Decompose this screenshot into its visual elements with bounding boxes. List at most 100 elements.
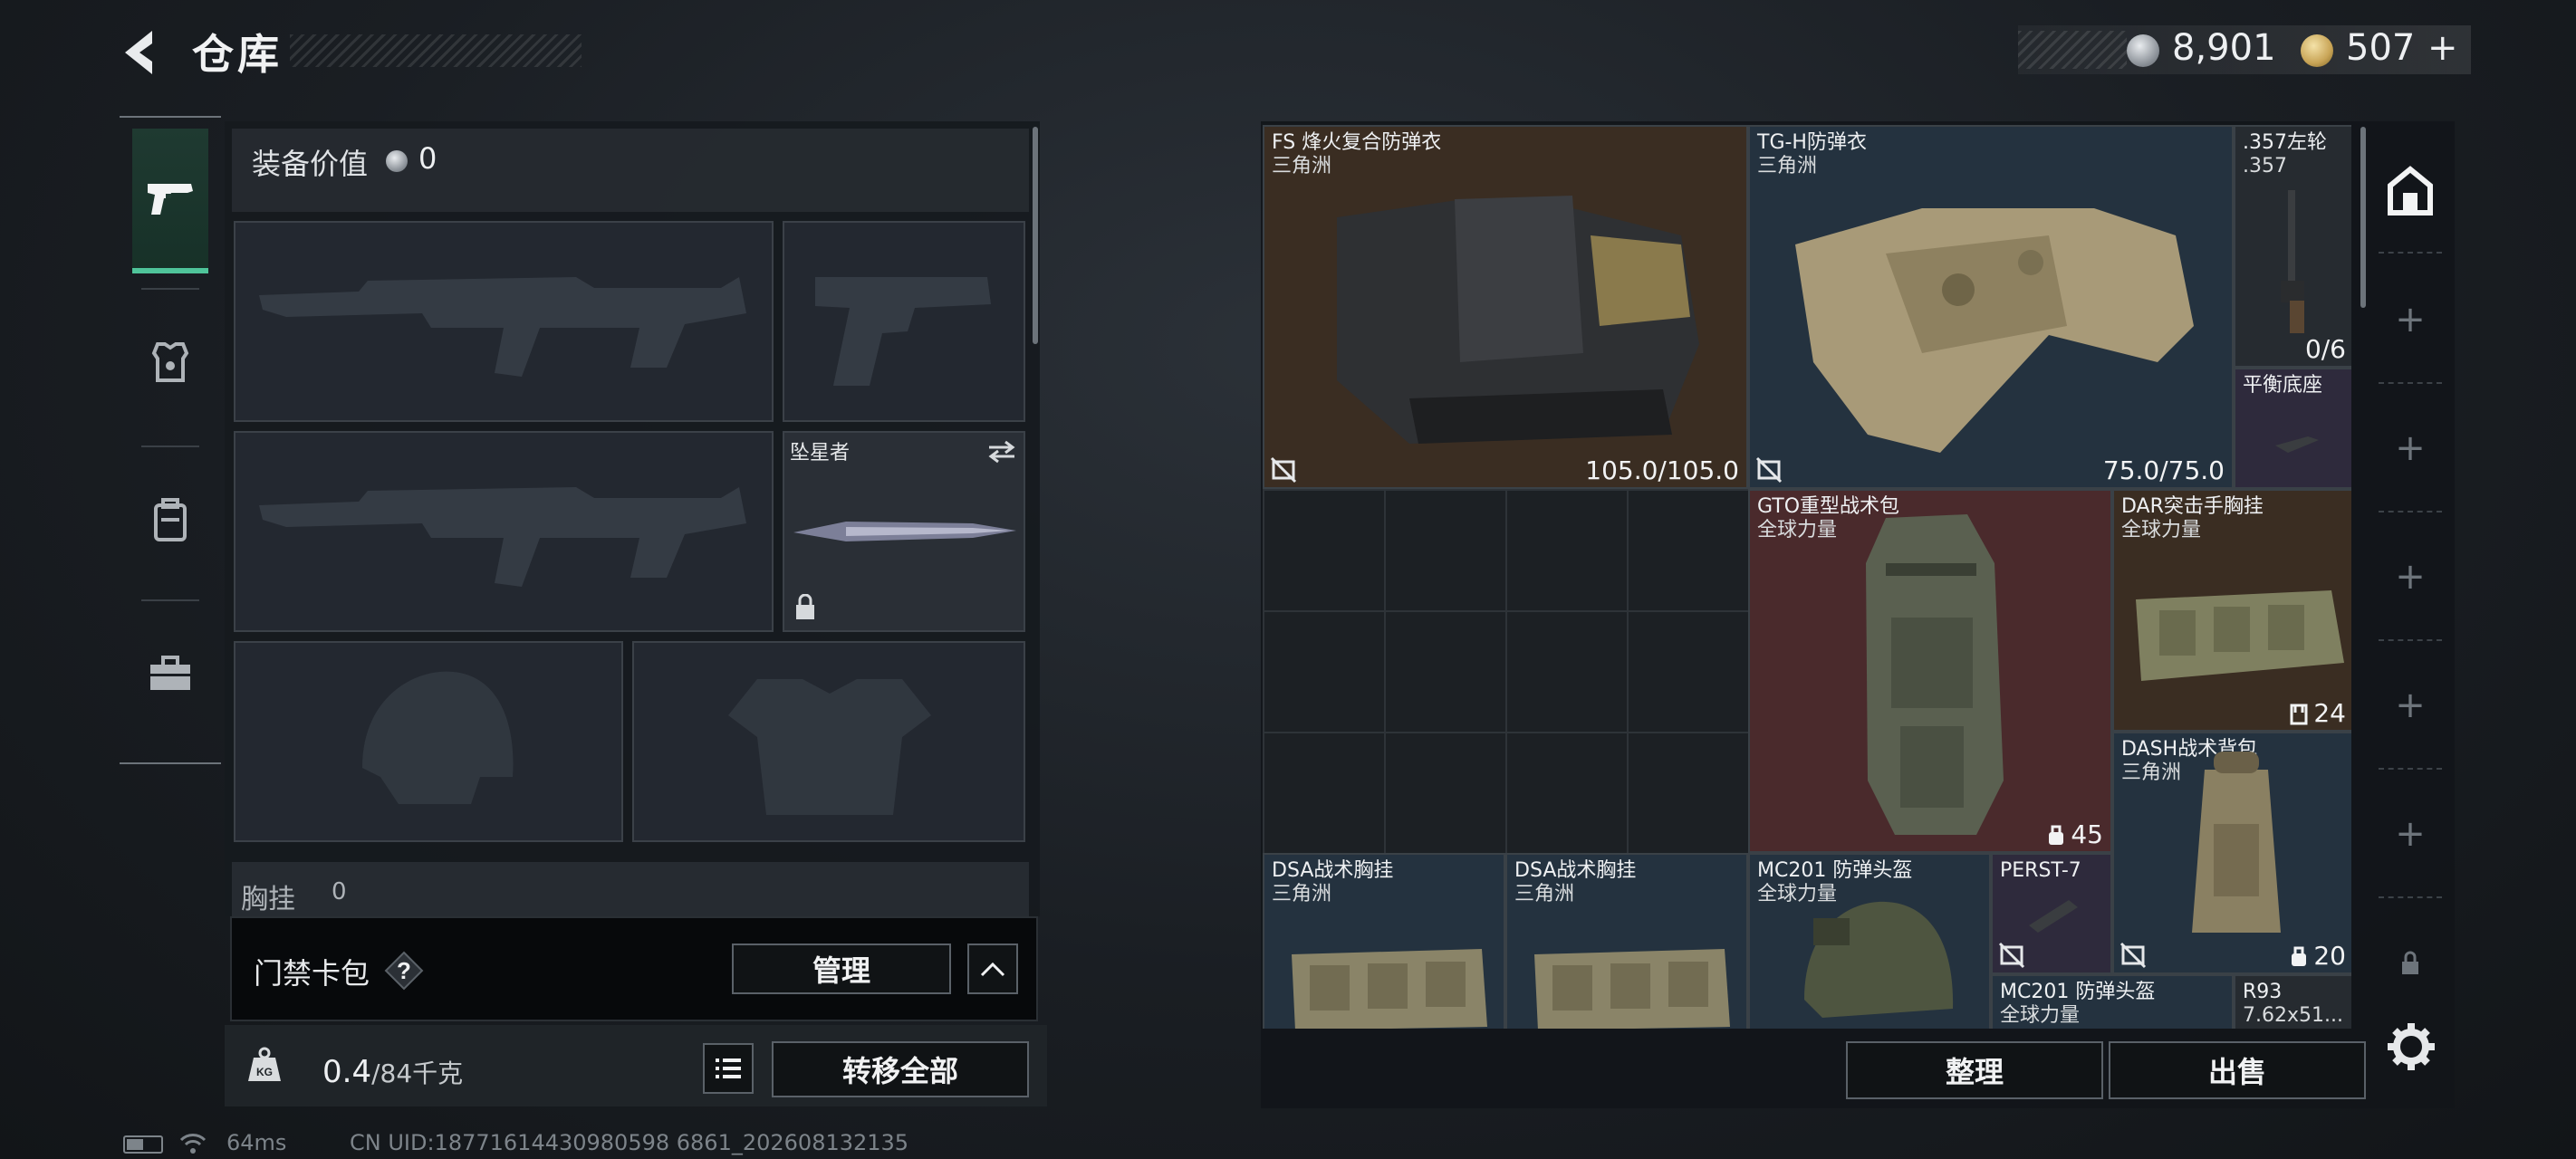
plus-icon: + bbox=[2395, 813, 2426, 855]
no-insure-icon bbox=[1998, 942, 2025, 969]
stash-item[interactable]: R93 7.62x51... bbox=[2234, 974, 2351, 1029]
item-origin: 三角洲 bbox=[2121, 761, 2182, 784]
no-insure-icon bbox=[2119, 942, 2147, 969]
item-caliber: .357 bbox=[2243, 155, 2287, 177]
item-name: R93 bbox=[2243, 981, 2283, 1003]
gold-add-button[interactable]: + bbox=[2427, 27, 2458, 69]
armor-silhouette-icon bbox=[728, 679, 931, 815]
revolver-image bbox=[2281, 190, 2304, 333]
item-capacity-value: 20 bbox=[2313, 941, 2346, 971]
stash-item[interactable]: MC201 防弹头盔 全球力量 bbox=[1991, 974, 2234, 1029]
stash-item[interactable]: DSA战术胸挂 三角洲 bbox=[1263, 853, 1505, 1029]
weight-readout: 0.4/84千克 bbox=[322, 1054, 463, 1090]
stash-item[interactable]: 平衡底座 bbox=[2234, 368, 2351, 489]
item-origin: 三角洲 bbox=[1757, 155, 1818, 177]
plus-icon: + bbox=[2395, 556, 2426, 598]
body-armor-slot[interactable] bbox=[632, 641, 1025, 842]
stash-item[interactable]: FS 烽火复合防弹衣 三角洲 105.0/105.0 bbox=[1263, 125, 1748, 489]
back-button[interactable] bbox=[116, 25, 170, 80]
stash-item[interactable]: GTO重型战术包 全球力量 45 bbox=[1748, 489, 2112, 853]
help-button[interactable]: ? bbox=[384, 951, 424, 991]
stash-item[interactable]: DSA战术胸挂 三角洲 bbox=[1505, 853, 1748, 1029]
stash-scrollbar[interactable] bbox=[2360, 127, 2366, 308]
primary-weapon-slot[interactable] bbox=[234, 221, 774, 422]
item-capacity: 45 bbox=[2045, 819, 2103, 849]
helmet-slot[interactable] bbox=[234, 641, 623, 842]
item-origin: 全球力量 bbox=[1757, 519, 1838, 541]
list-view-button[interactable] bbox=[703, 1043, 754, 1094]
equipment-value-amount: 0 bbox=[418, 141, 437, 176]
settings-button[interactable] bbox=[2384, 1020, 2438, 1074]
chest-rig-label: 胸挂 bbox=[241, 884, 295, 915]
backpack-image bbox=[1866, 514, 2004, 835]
uid-readout: CN UID:18771614430980598 6861_2026081321… bbox=[350, 1130, 909, 1155]
weight-max: /84千克 bbox=[371, 1058, 464, 1088]
weight-current: 0.4 bbox=[322, 1054, 372, 1090]
item-capacity: 24 bbox=[2288, 698, 2346, 728]
battery-icon bbox=[123, 1135, 163, 1154]
gold-coin-icon bbox=[2301, 34, 2333, 67]
help-glyph: ? bbox=[397, 957, 411, 984]
stash-item[interactable]: DAR突击手胸挂 全球力量 24 bbox=[2112, 489, 2351, 732]
stash-page-add[interactable]: + bbox=[2379, 643, 2442, 770]
knife-icon bbox=[793, 522, 1016, 541]
toolbox-icon bbox=[150, 656, 190, 690]
tab-weapons[interactable] bbox=[132, 129, 208, 273]
gear-icon bbox=[2388, 1023, 2435, 1070]
plus-icon: + bbox=[2395, 427, 2426, 469]
melee-name: 坠星者 bbox=[790, 442, 851, 465]
armor-vest-image bbox=[1795, 208, 2194, 453]
stash-page-1[interactable] bbox=[2379, 130, 2442, 254]
helmet-image bbox=[1804, 901, 1954, 1018]
plus-icon: + bbox=[2395, 685, 2426, 726]
tab-backpacks[interactable] bbox=[132, 447, 208, 592]
melee-slot[interactable]: 坠星者 bbox=[783, 431, 1025, 632]
stash-item[interactable]: PERST-7 bbox=[1991, 853, 2112, 974]
rifle-silhouette-icon bbox=[259, 277, 746, 377]
item-ammo: 0/6 bbox=[2304, 334, 2346, 364]
attachment-image bbox=[2029, 900, 2078, 933]
stash-item[interactable]: .357左轮 .357 0/6 bbox=[2234, 125, 2351, 368]
wifi-icon bbox=[179, 1134, 207, 1154]
secondary-weapon-slot[interactable] bbox=[234, 431, 774, 632]
stash-page-add[interactable]: + bbox=[2379, 257, 2442, 384]
item-name: PERST-7 bbox=[2000, 859, 2081, 882]
item-name: DSA战术胸挂 bbox=[1514, 859, 1637, 882]
item-name: DAR突击手胸挂 bbox=[2121, 495, 2264, 518]
swap-icon[interactable] bbox=[985, 438, 1018, 465]
item-name: .357左轮 bbox=[2243, 131, 2327, 154]
pistol-icon bbox=[148, 184, 193, 215]
stash-page-locked[interactable] bbox=[2379, 900, 2442, 1027]
keycard-case-label: 门禁卡包 bbox=[254, 956, 370, 991]
capacity-icon bbox=[2290, 704, 2308, 725]
stash-item[interactable]: MC201 防弹头盔 全球力量 bbox=[1748, 853, 1991, 1029]
item-origin: 全球力量 bbox=[2121, 519, 2202, 541]
sell-button[interactable]: 出售 bbox=[2109, 1041, 2366, 1099]
chest-rig-slot-header[interactable]: 胸挂 0 bbox=[232, 862, 1029, 916]
stash-item[interactable]: TG-H防弹衣 三角洲 75.0/75.0 bbox=[1748, 125, 2234, 489]
silver-coin-icon bbox=[386, 150, 408, 172]
stash-page-add[interactable]: + bbox=[2379, 386, 2442, 512]
chest-rig-image bbox=[1534, 949, 1730, 1029]
chest-rig-count: 0 bbox=[332, 878, 347, 905]
lock-icon bbox=[796, 594, 814, 619]
manage-button[interactable]: 管理 bbox=[732, 943, 951, 994]
helmet-silhouette-icon bbox=[362, 671, 514, 804]
sort-button[interactable]: 整理 bbox=[1846, 1041, 2103, 1099]
sidearm-slot[interactable] bbox=[783, 221, 1025, 422]
item-name: MC201 防弹头盔 bbox=[2000, 981, 2156, 1003]
stash-page-add[interactable]: + bbox=[2379, 514, 2442, 641]
transfer-all-button[interactable]: 转移全部 bbox=[772, 1041, 1029, 1097]
attachment-image bbox=[2275, 436, 2319, 453]
chest-rig-image bbox=[1292, 949, 1487, 1029]
stash-item[interactable]: DASH战术背包 三角洲 20 bbox=[2112, 732, 2351, 974]
tab-armor[interactable] bbox=[132, 290, 208, 435]
item-origin: 三角洲 bbox=[1514, 883, 1575, 905]
stash-page-add[interactable]: + bbox=[2379, 771, 2442, 898]
rifle-silhouette-icon bbox=[259, 487, 746, 587]
loadout-scrollbar[interactable] bbox=[1033, 127, 1038, 344]
collapse-button[interactable] bbox=[967, 943, 1018, 994]
tab-supplies[interactable] bbox=[132, 601, 208, 746]
page-title: 仓库 bbox=[192, 30, 283, 79]
plus-icon: + bbox=[2395, 299, 2426, 340]
